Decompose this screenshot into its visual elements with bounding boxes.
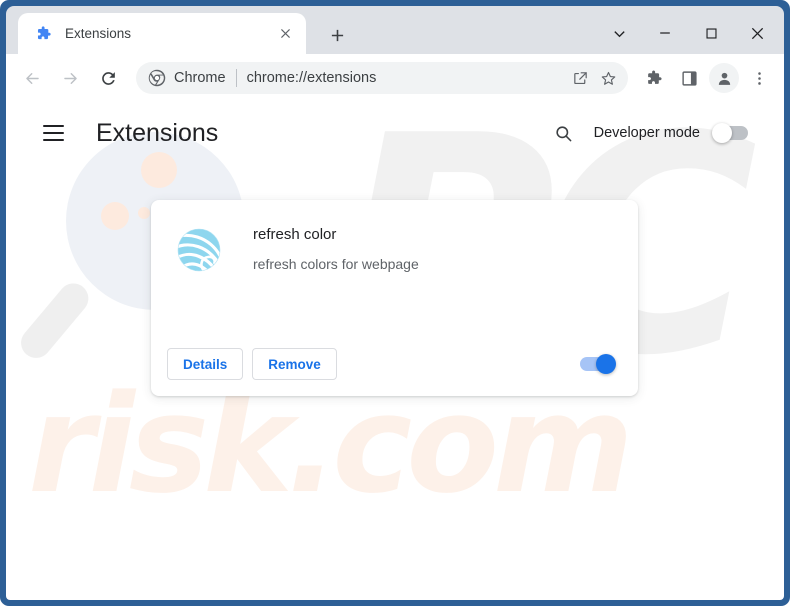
omnibox-chip-label: Chrome (174, 70, 226, 86)
new-tab-button[interactable] (322, 20, 352, 50)
side-panel-icon[interactable] (674, 63, 704, 93)
extensions-puzzle-icon[interactable] (639, 63, 669, 93)
extensions-header: Extensions Developer mode (6, 102, 784, 164)
page-title: Extensions (96, 118, 219, 147)
toggle-knob (596, 354, 616, 374)
extensions-page: PC risk.com Extensions Developer mode (6, 102, 784, 600)
close-tab-icon[interactable] (274, 23, 296, 45)
chrome-menu-icon[interactable] (744, 63, 774, 93)
watermark-risk-text: risk.com (28, 366, 634, 523)
tab-search-button[interactable] (596, 12, 642, 54)
window-controls (596, 12, 780, 54)
browser-tab-extensions[interactable]: Extensions (18, 13, 306, 54)
toggle-knob (712, 123, 732, 143)
remove-button[interactable]: Remove (252, 348, 337, 380)
minimize-button[interactable] (642, 12, 688, 54)
watermark-dot (101, 202, 129, 230)
share-icon[interactable] (566, 64, 594, 92)
back-button[interactable] (16, 62, 48, 94)
tab-strip: Extensions (6, 6, 784, 54)
forward-button[interactable] (54, 62, 86, 94)
extension-enable-toggle[interactable] (580, 354, 616, 374)
browser-toolbar: Chrome chrome://extensions (6, 54, 784, 102)
address-bar[interactable]: Chrome chrome://extensions (136, 62, 628, 94)
extension-name: refresh color (253, 226, 337, 243)
search-icon[interactable] (550, 119, 578, 147)
developer-mode-toggle[interactable] (712, 123, 748, 143)
extension-description: refresh colors for webpage (253, 256, 419, 272)
maximize-button[interactable] (688, 12, 734, 54)
browser-window: Extensions Chrome chrome://extensions ri… (0, 0, 790, 606)
extension-meta: refresh color refresh colors for webpage (253, 220, 419, 274)
extension-card: refresh color refresh colors for webpage… (151, 200, 638, 396)
close-window-button[interactable] (734, 12, 780, 54)
main-menu-icon[interactable] (36, 116, 70, 150)
blue-sphere-icon (175, 226, 223, 274)
watermark-dot (138, 207, 150, 219)
chrome-logo-icon (148, 69, 166, 87)
omnibox-url-text[interactable]: chrome://extensions (247, 70, 566, 86)
extension-card-footer: Details Remove (151, 348, 638, 380)
developer-mode-label: Developer mode (593, 125, 700, 141)
watermark-magnifier-handle (14, 277, 95, 365)
reload-button[interactable] (92, 62, 124, 94)
omnibox-divider (235, 69, 237, 87)
extension-card-top: refresh color refresh colors for webpage (151, 200, 638, 274)
profile-avatar-icon[interactable] (709, 63, 739, 93)
puzzle-piece-icon (34, 25, 52, 43)
bookmark-star-icon[interactable] (594, 64, 622, 92)
tab-title: Extensions (65, 26, 132, 41)
details-button[interactable]: Details (167, 348, 244, 380)
